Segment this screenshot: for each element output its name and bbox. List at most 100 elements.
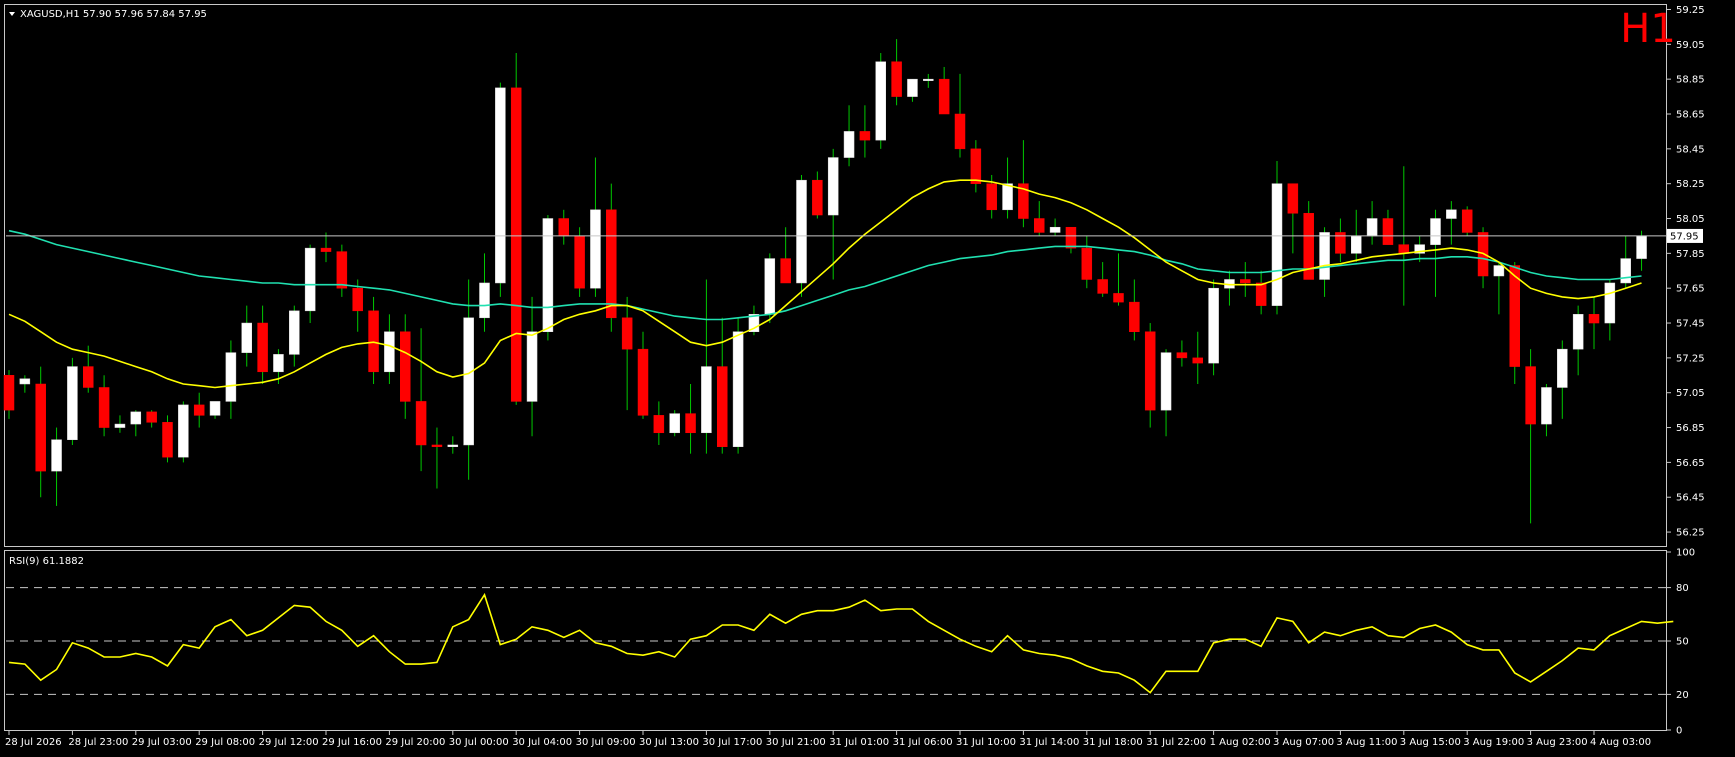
candle-bull (732, 331, 744, 447)
candle-bear (1081, 247, 1093, 280)
candle-bull (1049, 226, 1061, 233)
rsi-tick-label: 50 (1676, 637, 1689, 648)
time-tick-label: 4 Aug 03:00 (1590, 737, 1651, 748)
candle-bear (685, 413, 696, 434)
candle-bear (606, 209, 617, 319)
candle-bear (1525, 366, 1536, 425)
candle-bull (1493, 265, 1505, 277)
time-tick-label: 31 Jul 14:00 (1019, 737, 1079, 748)
candle-bear (1176, 352, 1188, 359)
time-tick-label: 3 Aug 15:00 (1400, 737, 1461, 748)
rsi-label: RSI(9) 61.1882 (9, 556, 84, 567)
candle-bull (1002, 183, 1013, 211)
candle-bear (780, 258, 791, 284)
candle-bear (1192, 357, 1203, 364)
candle-bear (3, 375, 15, 411)
candle-bear (1065, 226, 1077, 249)
candle-bear (510, 87, 522, 402)
candle-bear (1240, 279, 1251, 284)
candle-bear (35, 383, 46, 472)
candle-bear (320, 247, 332, 252)
candle-bull (590, 209, 601, 289)
time-tick-label: 31 Jul 22:00 (1146, 737, 1206, 748)
candle-bull (1446, 209, 1457, 219)
time-tick-label: 30 Jul 17:00 (702, 737, 762, 748)
candle-bull (1208, 287, 1219, 364)
candle-bear (859, 131, 871, 141)
candle-bear (257, 322, 268, 373)
time-tick-label: 28 Jul 23:00 (68, 737, 128, 748)
candle-bear (1382, 218, 1394, 245)
time-tick-label: 29 Jul 16:00 (322, 737, 382, 748)
time-tick-label: 29 Jul 03:00 (132, 737, 192, 748)
candle-bear (1129, 301, 1140, 332)
candle-bear (954, 113, 966, 150)
candle-bull (827, 157, 839, 216)
chart-window: 59.25 59.05 58.85 58.65 58.45 58.25 58.05 57.85… (0, 0, 1735, 753)
time-tick-label: 30 Jul 13:00 (639, 737, 699, 748)
price-tick-label: 58.85 (1676, 75, 1705, 86)
time-tick-label: 30 Jul 09:00 (576, 737, 636, 748)
price-tick-label: 57.65 (1676, 284, 1705, 295)
candle-bear (1113, 293, 1124, 303)
candle-bull (289, 310, 300, 355)
candle-bull (130, 411, 142, 425)
price-tick-label: 56.25 (1676, 528, 1705, 539)
candle-bull (479, 282, 490, 319)
candle-bull (1604, 282, 1616, 324)
candle-bull (764, 258, 776, 315)
candle-bull (1160, 352, 1172, 411)
candle-bear (146, 411, 157, 423)
candle-bull (1636, 235, 1647, 259)
candle-bear (368, 310, 379, 373)
price-tick-label: 58.05 (1676, 214, 1705, 225)
candle-bear (1144, 331, 1156, 411)
time-tick-label: 31 Jul 10:00 (956, 737, 1016, 748)
rsi-tick-label: 80 (1676, 583, 1689, 594)
candle-bear (400, 331, 411, 402)
candle-bull (1430, 218, 1441, 245)
candle-bull (495, 87, 506, 284)
candle-bull (51, 439, 62, 472)
candle-bear (1255, 282, 1267, 306)
candle-bull (1271, 183, 1283, 306)
price-tick-label: 56.85 (1676, 423, 1705, 434)
candle-bull (67, 366, 78, 440)
candle-bear (162, 422, 173, 458)
time-tick-label: 31 Jul 18:00 (1083, 737, 1143, 748)
candle-bear (558, 218, 569, 237)
chart-background (0, 0, 1735, 753)
candle-bear (621, 317, 633, 350)
price-tick-label: 56.65 (1676, 458, 1705, 469)
candle-bull (1620, 258, 1631, 284)
candle-bull (178, 404, 189, 458)
time-tick-label: 29 Jul 20:00 (385, 737, 445, 748)
candle-bull (907, 78, 918, 97)
candle-bear (812, 179, 823, 216)
candle-bear (98, 387, 110, 428)
rsi-tick-label: 20 (1676, 690, 1689, 701)
price-tick-label: 57.25 (1676, 353, 1705, 364)
time-tick-label: 3 Aug 11:00 (1336, 737, 1397, 748)
candle-bear (352, 287, 363, 312)
price-tick-label: 56.45 (1676, 493, 1705, 504)
candle-bull (701, 366, 712, 434)
candle-bull (1541, 387, 1552, 425)
chart-canvas: 59.25 59.05 58.85 58.65 58.45 58.25 58.05 57.85… (0, 0, 1735, 753)
candle-bear (1034, 218, 1045, 233)
candle-bull (669, 413, 680, 434)
candle-bear (193, 404, 205, 416)
time-tick-label: 3 Aug 23:00 (1527, 737, 1588, 748)
candle-bear (970, 148, 982, 184)
candle-bear (653, 415, 665, 434)
candle-bull (19, 378, 31, 385)
candle-bear (1509, 265, 1520, 367)
candle-bear (1461, 209, 1473, 233)
time-tick-label: 31 Jul 01:00 (829, 737, 889, 748)
rsi-tick-label: 100 (1676, 548, 1695, 559)
candle-bull (209, 401, 221, 416)
time-tick-label: 31 Jul 06:00 (893, 737, 953, 748)
price-tick-label: 57.45 (1676, 319, 1705, 330)
candle-bear (891, 61, 902, 97)
time-tick-label: 30 Jul 04:00 (512, 737, 572, 748)
